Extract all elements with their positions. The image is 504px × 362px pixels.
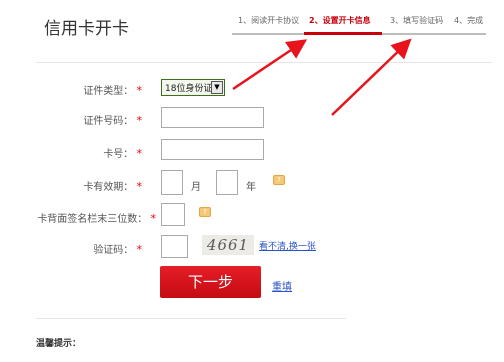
annotation-arrows: [232, 38, 412, 116]
arrow-to-step-2: [232, 39, 308, 91]
arrow-to-step-3: [331, 38, 412, 116]
